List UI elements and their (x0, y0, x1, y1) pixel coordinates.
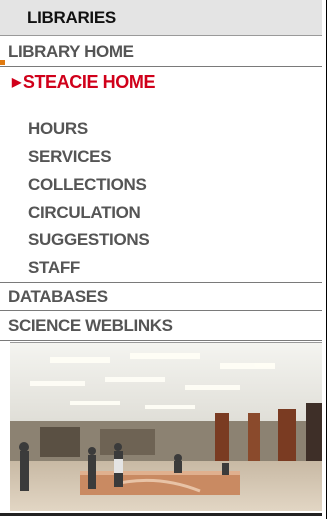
nav-item-collections[interactable]: COLLECTIONS (28, 175, 147, 195)
library-home-link[interactable]: LIBRARY HOME (8, 42, 134, 62)
divider (0, 66, 322, 67)
library-interior-photo (10, 342, 322, 511)
sidebar-title: LIBRARIES (27, 8, 116, 27)
nav-item-hours[interactable]: HOURS (28, 119, 88, 139)
nav-item-staff[interactable]: STAFF (28, 258, 80, 278)
science-weblinks-link[interactable]: SCIENCE WEBLINKS (8, 316, 173, 336)
nav-item-circulation[interactable]: CIRCULATION (28, 203, 141, 223)
divider (0, 282, 322, 283)
divider (0, 310, 322, 311)
steacie-home-link[interactable]: ▶ STEACIE HOME (12, 72, 155, 93)
bottom-border (0, 513, 322, 516)
databases-link[interactable]: DATABASES (8, 287, 108, 307)
steacie-home-label: STEACIE HOME (22, 72, 156, 92)
nav-item-suggestions[interactable]: SUGGESTIONS (28, 230, 150, 250)
sidebar-header: LIBRARIES (0, 0, 322, 36)
nav-item-services[interactable]: SERVICES (28, 147, 112, 167)
active-marker (0, 60, 5, 65)
current-arrow-icon: ▶ (12, 75, 21, 89)
divider (0, 340, 322, 341)
